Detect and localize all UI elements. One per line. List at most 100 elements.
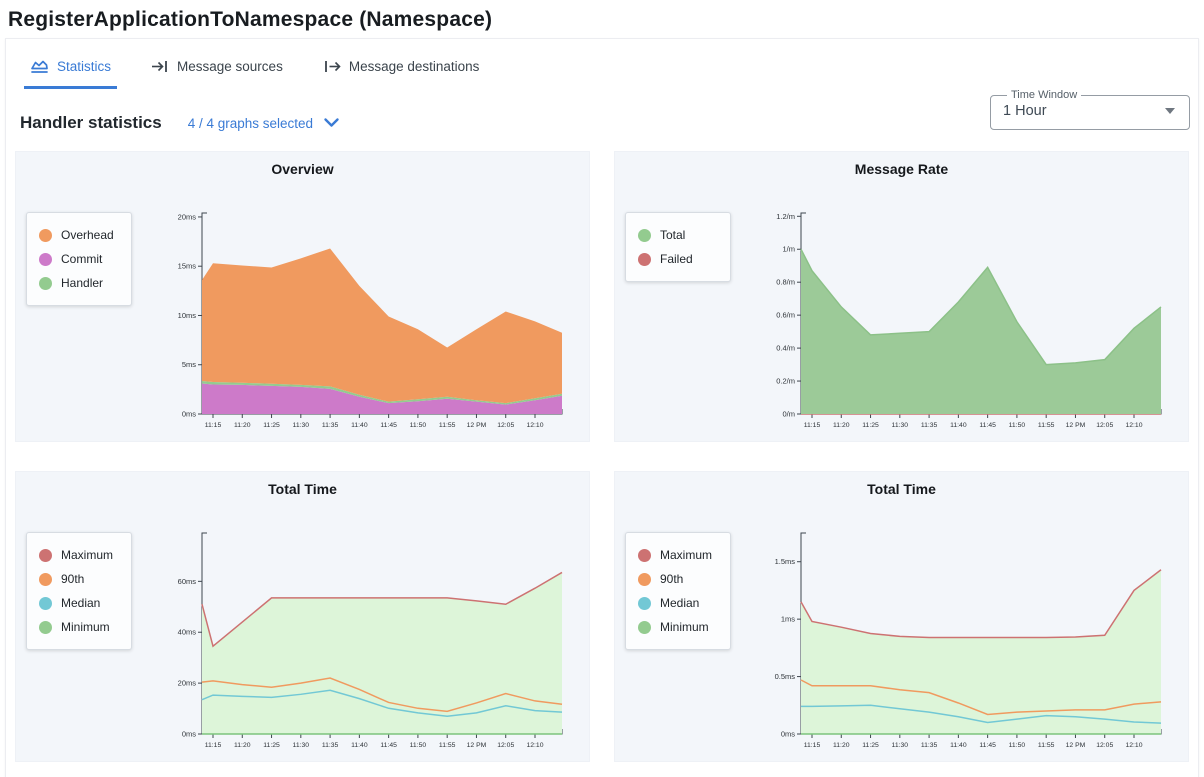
legend-item: Median xyxy=(39,591,115,615)
graphs-selected-button[interactable]: 4 / 4 graphs selected xyxy=(188,116,340,131)
chart-canvas[interactable]: 0ms0.5ms1ms1.5ms11:1511:2011:2511:3011:3… xyxy=(761,526,1173,756)
chart-legend: Maximum 90th Median Minimum xyxy=(625,532,731,650)
svg-text:11:25: 11:25 xyxy=(862,422,879,429)
legend-swatch xyxy=(638,229,651,242)
svg-text:12 PM: 12 PM xyxy=(1066,742,1086,749)
chart-panel: Overview OverheadCommitHandler 0ms5ms10m… xyxy=(15,151,590,442)
legend-label: Handler xyxy=(61,276,103,290)
svg-text:11:45: 11:45 xyxy=(380,422,397,429)
chart-canvas[interactable]: 0ms5ms10ms15ms20ms11:1511:2011:2511:3011… xyxy=(162,206,574,436)
svg-text:10ms: 10ms xyxy=(178,311,197,320)
svg-text:0.2/m: 0.2/m xyxy=(776,377,795,386)
svg-text:11:20: 11:20 xyxy=(234,742,251,749)
svg-text:1.2/m: 1.2/m xyxy=(776,212,795,221)
tab-message-destinations[interactable]: Message destinations xyxy=(317,53,486,89)
legend-swatch xyxy=(39,621,52,634)
svg-text:11:50: 11:50 xyxy=(1009,422,1026,429)
legend-item: Median xyxy=(638,591,714,615)
svg-text:11:55: 11:55 xyxy=(439,422,456,429)
svg-text:0.4/m: 0.4/m xyxy=(776,344,795,353)
svg-text:11:50: 11:50 xyxy=(1009,742,1026,749)
tab-label: Statistics xyxy=(57,59,111,74)
legend-item: Maximum xyxy=(39,543,115,567)
page-title: RegisterApplicationToNamespace (Namespac… xyxy=(8,8,1204,32)
svg-text:11:30: 11:30 xyxy=(892,742,909,749)
svg-text:12:05: 12:05 xyxy=(497,742,514,749)
chart-title: Total Time xyxy=(615,481,1188,497)
svg-text:1.5ms: 1.5ms xyxy=(775,557,796,566)
svg-text:12:05: 12:05 xyxy=(1096,742,1113,749)
svg-text:12 PM: 12 PM xyxy=(1066,422,1086,429)
time-window-select[interactable]: Time Window 1 Hour xyxy=(990,89,1190,130)
dropdown-arrow-icon xyxy=(1165,108,1175,114)
svg-text:11:55: 11:55 xyxy=(1038,742,1055,749)
tab-message-sources[interactable]: Message sources xyxy=(145,53,289,89)
output-icon xyxy=(323,59,341,74)
svg-text:11:40: 11:40 xyxy=(950,422,967,429)
legend-item: 90th xyxy=(39,567,115,591)
tab-statistics[interactable]: Statistics xyxy=(24,53,117,89)
chart-legend: Maximum90thMedianMinimum xyxy=(26,532,132,650)
svg-text:11:15: 11:15 xyxy=(804,742,821,749)
svg-text:0.5ms: 0.5ms xyxy=(775,672,796,681)
chart-legend: OverheadCommitHandler xyxy=(26,212,132,306)
svg-text:1ms: 1ms xyxy=(781,615,795,624)
time-window-value: 1 Hour xyxy=(1003,103,1047,119)
legend-swatch xyxy=(39,597,52,610)
legend-swatch xyxy=(39,229,52,242)
svg-text:11:30: 11:30 xyxy=(892,422,909,429)
svg-text:12:05: 12:05 xyxy=(1096,422,1113,429)
svg-text:60ms: 60ms xyxy=(178,577,197,586)
charts-grid: Overview OverheadCommitHandler 0ms5ms10m… xyxy=(6,151,1198,762)
content-card: Statistics Message sources Message des xyxy=(5,38,1199,777)
tab-label: Message destinations xyxy=(349,59,480,74)
chart-title: Total Time xyxy=(16,481,589,497)
svg-text:11:30: 11:30 xyxy=(293,742,310,749)
chart-panel: Total Time Maximum 90th Median Minimum 0ms 0… xyxy=(614,471,1189,762)
svg-text:12:10: 12:10 xyxy=(1125,742,1142,749)
chevron-down-icon xyxy=(323,116,340,131)
svg-text:11:15: 11:15 xyxy=(205,422,222,429)
graphs-selected-label: 4 / 4 graphs selected xyxy=(188,116,313,131)
chart-canvas[interactable]: 0ms20ms40ms60ms11:1511:2011:2511:3011:35… xyxy=(162,526,574,756)
legend-swatch xyxy=(39,549,52,562)
svg-text:11:55: 11:55 xyxy=(439,742,456,749)
chart-canvas[interactable]: 0/m0.2/m0.4/m0.6/m0.8/m1/m1.2/m11:1511:2… xyxy=(761,206,1173,436)
chart-title: Message Rate xyxy=(615,161,1188,177)
svg-text:1/m: 1/m xyxy=(782,245,795,254)
legend-swatch xyxy=(39,277,52,290)
chart-panel: Message Rate TotalFailed 0/m0.2/m0.4/m0.… xyxy=(614,151,1189,442)
svg-text:11:20: 11:20 xyxy=(833,422,850,429)
tab-label: Message sources xyxy=(177,59,283,74)
legend-item: Handler xyxy=(39,271,115,295)
legend-label: Median xyxy=(660,596,699,610)
svg-text:12:10: 12:10 xyxy=(526,422,543,429)
svg-text:11:40: 11:40 xyxy=(351,742,368,749)
svg-text:0ms: 0ms xyxy=(182,410,196,419)
legend-swatch xyxy=(39,253,52,266)
legend-item: Failed xyxy=(638,247,714,271)
svg-text:12:10: 12:10 xyxy=(1125,422,1142,429)
svg-text:20ms: 20ms xyxy=(178,212,197,221)
area-chart-icon xyxy=(30,59,49,74)
time-window-label: Time Window xyxy=(1007,89,1081,101)
legend-label: 90th xyxy=(660,572,683,586)
svg-text:12 PM: 12 PM xyxy=(467,742,487,749)
legend-label: Maximum xyxy=(61,548,113,562)
legend-swatch xyxy=(39,573,52,586)
svg-text:20ms: 20ms xyxy=(178,679,197,688)
chart-title: Overview xyxy=(16,161,589,177)
svg-text:11:35: 11:35 xyxy=(322,742,339,749)
legend-label: 90th xyxy=(61,572,84,586)
chart-legend: TotalFailed xyxy=(625,212,731,282)
legend-swatch xyxy=(638,253,651,266)
legend-item: Maximum xyxy=(638,543,714,567)
svg-text:12 PM: 12 PM xyxy=(467,422,487,429)
svg-text:0ms: 0ms xyxy=(781,730,795,739)
svg-text:40ms: 40ms xyxy=(178,628,197,637)
legend-label: Failed xyxy=(660,252,693,266)
legend-item: Minimum xyxy=(638,615,714,639)
chart-panel: Total Time Maximum90thMedianMinimum 0ms2… xyxy=(15,471,590,762)
svg-text:12:10: 12:10 xyxy=(526,742,543,749)
legend-label: Median xyxy=(61,596,100,610)
